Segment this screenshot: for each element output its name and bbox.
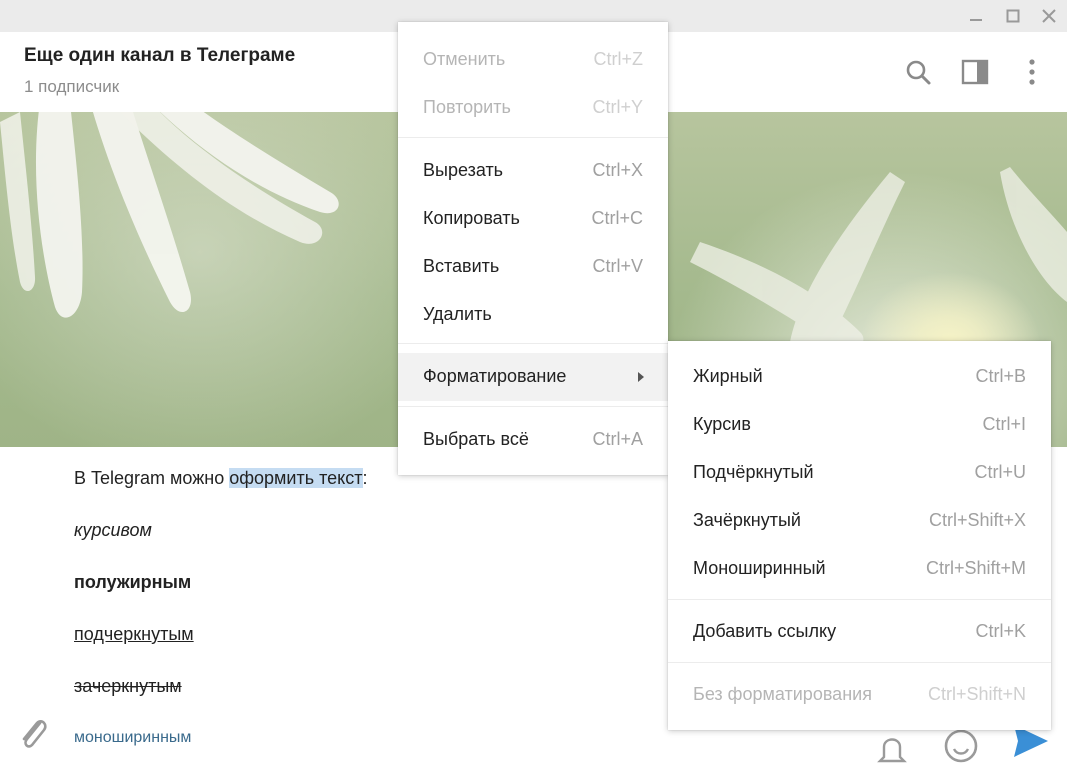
menu-item-delete[interactable]: Удалить xyxy=(398,291,668,339)
menu-item-paste[interactable]: Вставить Ctrl+V xyxy=(398,243,668,291)
menu-item-shortcut: Ctrl+Shift+X xyxy=(928,510,1026,530)
format-item-strikethrough[interactable]: Зачёркнутый Ctrl+Shift+X xyxy=(668,497,1051,545)
format-item-clear-formatting[interactable]: Без форматирования Ctrl+Shift+N xyxy=(668,671,1051,719)
menu-item-cut[interactable]: Вырезать Ctrl+X xyxy=(398,147,668,195)
selected-text: оформить текст xyxy=(229,468,363,488)
menu-item-copy[interactable]: Копировать Ctrl+C xyxy=(398,195,668,243)
context-menu: Отменить Ctrl+Z Повторить Ctrl+Y Вырезат… xyxy=(398,22,668,475)
menu-separator xyxy=(668,599,1051,600)
menu-item-label: Форматирование xyxy=(423,366,567,386)
bell-icon[interactable] xyxy=(876,729,908,769)
menu-item-label: Повторить xyxy=(423,97,511,117)
composer-line-italic[interactable]: курсивом xyxy=(74,520,152,541)
menu-item-label: Подчёркнутый xyxy=(693,462,814,482)
emoji-icon[interactable] xyxy=(942,727,980,769)
composer-line-bold[interactable]: полужирным xyxy=(74,572,191,593)
menu-item-label: Жирный xyxy=(693,366,763,386)
menu-item-shortcut: Ctrl+A xyxy=(592,429,643,449)
menu-item-shortcut: Ctrl+X xyxy=(592,160,643,180)
menu-item-shortcut: Ctrl+Shift+M xyxy=(925,558,1026,578)
format-item-add-link[interactable]: Добавить ссылку Ctrl+K xyxy=(668,608,1051,656)
sidebar-toggle-icon[interactable] xyxy=(959,56,991,88)
menu-item-label: Вставить xyxy=(423,256,500,276)
menu-item-label: Удалить xyxy=(423,304,492,324)
close-icon[interactable] xyxy=(1039,6,1059,26)
minimize-icon[interactable] xyxy=(966,6,986,26)
menu-item-formatting[interactable]: Форматирование xyxy=(398,353,668,401)
formatting-submenu: Жирный Ctrl+B Курсив Ctrl+I Подчёркнутый… xyxy=(668,341,1051,730)
intro-colon: : xyxy=(362,468,368,488)
menu-item-undo[interactable]: Отменить Ctrl+Z xyxy=(398,36,668,84)
format-item-monospace[interactable]: Моноширинный Ctrl+Shift+M xyxy=(668,545,1051,593)
send-icon[interactable] xyxy=(1010,725,1050,769)
channel-title[interactable]: Еще один канал в Телеграме xyxy=(24,45,295,67)
menu-item-label: Моноширинный xyxy=(693,558,826,578)
composer-line-mono[interactable]: моноширинным xyxy=(74,729,191,747)
search-icon[interactable] xyxy=(902,56,934,88)
menu-item-shortcut: Ctrl+I xyxy=(982,414,1026,434)
menu-item-label: Вырезать xyxy=(423,160,504,180)
menu-item-shortcut: Ctrl+Z xyxy=(593,49,644,69)
menu-item-shortcut: Ctrl+V xyxy=(592,256,643,276)
menu-separator xyxy=(398,406,668,407)
menu-separator xyxy=(398,343,668,344)
menu-item-shortcut: Ctrl+B xyxy=(975,366,1026,386)
menu-item-select-all[interactable]: Выбрать всё Ctrl+A xyxy=(398,416,668,464)
menu-item-label: Зачёркнутый xyxy=(693,510,801,530)
menu-item-shortcut: Ctrl+Y xyxy=(592,97,643,117)
maximize-icon[interactable] xyxy=(1003,6,1023,26)
format-item-bold[interactable]: Жирный Ctrl+B xyxy=(668,353,1051,401)
menu-separator xyxy=(398,137,668,138)
subscriber-count: 1 подписчик xyxy=(24,77,120,96)
composer-line-strike[interactable]: зачеркнутым xyxy=(74,676,182,697)
menu-item-redo[interactable]: Повторить Ctrl+Y xyxy=(398,84,668,132)
menu-item-label: Отменить xyxy=(423,49,506,69)
submenu-arrow-icon xyxy=(638,372,644,382)
composer-line-underline[interactable]: подчеркнутым xyxy=(74,624,194,645)
menu-item-shortcut: Ctrl+Shift+N xyxy=(927,684,1026,704)
menu-item-label: Выбрать всё xyxy=(423,429,529,449)
composer-line-intro[interactable]: В Telegram можно оформить текст: xyxy=(74,468,368,489)
format-item-italic[interactable]: Курсив Ctrl+I xyxy=(668,401,1051,449)
format-item-underline[interactable]: Подчёркнутый Ctrl+U xyxy=(668,449,1051,497)
menu-item-shortcut: Ctrl+C xyxy=(591,208,643,228)
attach-icon[interactable] xyxy=(16,713,50,758)
intro-text: В Telegram можно xyxy=(74,468,230,488)
menu-item-label: Курсив xyxy=(693,414,751,434)
menu-item-label: Без форматирования xyxy=(693,684,872,704)
menu-item-label: Добавить ссылку xyxy=(693,621,837,641)
menu-item-label: Копировать xyxy=(423,208,520,228)
menu-item-shortcut: Ctrl+K xyxy=(975,621,1026,641)
menu-item-shortcut: Ctrl+U xyxy=(974,462,1026,482)
more-options-icon[interactable] xyxy=(1016,56,1048,88)
menu-separator xyxy=(668,662,1051,663)
